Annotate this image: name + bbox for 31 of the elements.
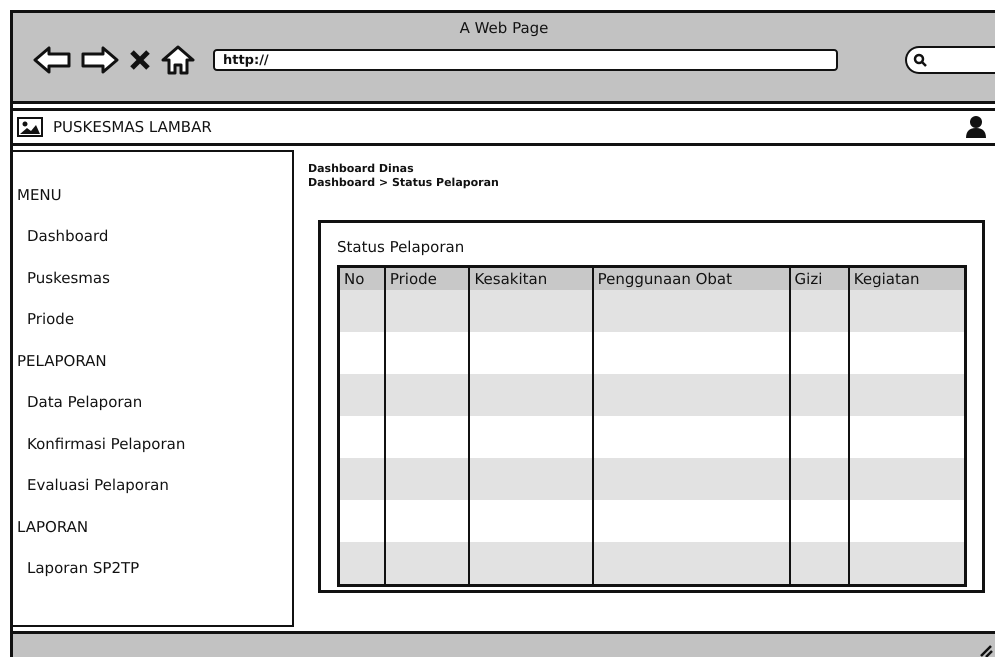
- resize-grip-icon[interactable]: [979, 644, 993, 657]
- column-header: Priode: [384, 266, 470, 290]
- page-title: Dashboard Dinas: [308, 162, 415, 176]
- menu-heading: MENU: [16, 184, 63, 206]
- column-header: Kegiatan: [848, 266, 966, 290]
- search-field[interactable]: [905, 46, 995, 74]
- brand-name: PUSKESMAS LAMBAR: [53, 118, 212, 136]
- menu-item[interactable]: Laporan SP2TP: [13, 548, 292, 589]
- menu-item[interactable]: Priode: [13, 298, 292, 340]
- menu-heading: LAPORAN: [16, 516, 90, 538]
- breadcrumb: Dashboard > Status Pelaporan: [308, 176, 500, 190]
- column-header: No: [338, 266, 385, 290]
- column-header: Gizi: [790, 266, 849, 290]
- menu-item[interactable]: Dashboard: [13, 216, 292, 257]
- close-icon[interactable]: [129, 49, 151, 71]
- image-icon: [17, 117, 43, 137]
- back-icon[interactable]: [33, 46, 71, 74]
- menu-item[interactable]: Puskesmas: [13, 257, 292, 298]
- menu-item[interactable]: Data Pelaporan: [13, 382, 292, 423]
- column-header: Kesakitan: [469, 266, 593, 290]
- menu-heading: PELAPORAN: [16, 350, 108, 372]
- menu-item[interactable]: Evaluasi Pelaporan: [13, 464, 292, 506]
- search-icon: [913, 53, 927, 67]
- window-title: A Web Page: [458, 18, 550, 37]
- forward-icon[interactable]: [81, 46, 119, 74]
- home-icon[interactable]: [161, 45, 195, 75]
- panel-title: Status Pelaporan: [337, 237, 466, 258]
- menu-item[interactable]: Konfirmasi Pelaporan: [13, 423, 292, 464]
- url-field[interactable]: http://: [213, 49, 838, 71]
- column-header: Penggunaan Obat: [592, 266, 790, 290]
- user-icon[interactable]: [965, 115, 987, 139]
